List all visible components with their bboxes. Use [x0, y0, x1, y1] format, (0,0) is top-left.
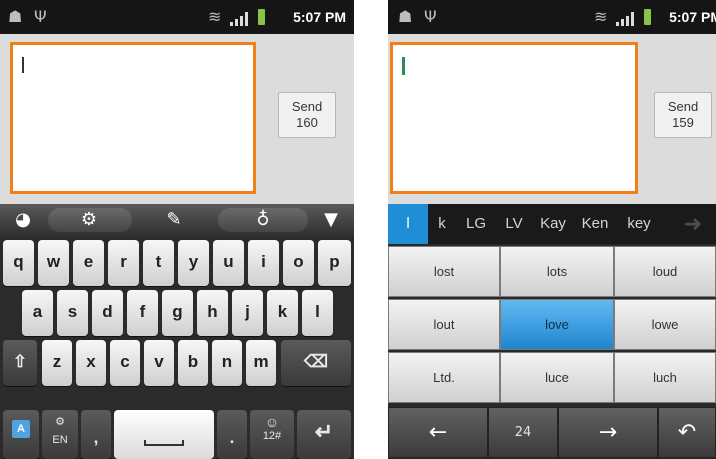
wifi-icon: ≋: [208, 7, 222, 26]
key-v[interactable]: v: [144, 340, 174, 386]
key-i[interactable]: i: [248, 240, 279, 286]
key-q[interactable]: q: [3, 240, 34, 286]
key-p[interactable]: p: [318, 240, 351, 286]
prediction-cell[interactable]: luce: [500, 352, 614, 403]
space-icon: [144, 440, 184, 446]
signal-icon: [616, 10, 638, 26]
prediction-cell[interactable]: lowe: [614, 299, 716, 350]
key-g[interactable]: g: [162, 290, 193, 336]
android-icon: ☗: [398, 7, 413, 26]
key-e[interactable]: e: [73, 240, 104, 286]
left-phone-screen: ☗ Ψ ≋ 5:07 PM Send 160 ◕ ⚙ ✎ ♁ ▼ q w e r…: [0, 0, 354, 459]
smiley-icon: ☺: [264, 414, 280, 430]
language-label: EN: [52, 434, 68, 446]
space-key[interactable]: [114, 410, 214, 459]
key-j[interactable]: j: [232, 290, 263, 336]
key-n[interactable]: n: [212, 340, 242, 386]
key-m[interactable]: m: [246, 340, 276, 386]
key-k[interactable]: k: [267, 290, 298, 336]
edit-icon[interactable]: ✎: [154, 207, 194, 233]
status-time: 5:07 PM: [293, 9, 346, 25]
key-w[interactable]: w: [38, 240, 69, 286]
right-phone-screen: ☗ Ψ ≋ 5:07 PM Send 159 l k LG LV Kay Ken…: [388, 0, 716, 459]
usb-icon: Ψ: [424, 7, 437, 26]
cursor-left-button[interactable]: ←: [388, 407, 488, 458]
prediction-cell[interactable]: lost: [388, 246, 500, 297]
symbols-label: 12#: [262, 430, 282, 442]
message-input[interactable]: [390, 42, 638, 194]
comma-key[interactable]: ,: [81, 410, 111, 459]
prediction-grid: lost lots loud lout love lowe Ltd. luce …: [388, 244, 716, 459]
status-bar: ☗ Ψ ≋ 5:07 PM: [0, 0, 354, 34]
page-count-label: 24: [488, 407, 558, 458]
period-key[interactable]: .: [217, 410, 247, 459]
key-h[interactable]: h: [197, 290, 228, 336]
text-cursor: [22, 57, 24, 73]
key-c[interactable]: c: [110, 340, 140, 386]
signal-icon: [230, 10, 252, 26]
key-y[interactable]: y: [178, 240, 209, 286]
mic-icon[interactable]: ♁: [248, 207, 278, 233]
undo-button[interactable]: ↶: [658, 407, 716, 458]
message-input[interactable]: [10, 42, 256, 194]
char-counter: 160: [296, 115, 318, 130]
battery-icon: [258, 9, 265, 25]
backspace-key[interactable]: ⌫: [281, 340, 351, 386]
key-b[interactable]: b: [178, 340, 208, 386]
key-t[interactable]: t: [143, 240, 174, 286]
send-button[interactable]: Send 160: [278, 92, 336, 138]
symbols-key[interactable]: ☺ 12#: [250, 410, 294, 459]
key-o[interactable]: o: [283, 240, 314, 286]
prediction-cell[interactable]: Ltd.: [388, 352, 500, 403]
gear-icon: ⚙: [55, 416, 65, 428]
wifi-icon: ≋: [594, 7, 608, 26]
char-counter: 159: [672, 115, 694, 130]
key-a[interactable]: a: [22, 290, 53, 336]
prediction-cell[interactable]: luch: [614, 352, 716, 403]
cursor-right-button[interactable]: →: [558, 407, 658, 458]
shift-key[interactable]: ⇧: [3, 340, 37, 386]
send-label: Send: [291, 99, 323, 114]
gear-icon[interactable]: ⚙: [72, 207, 106, 233]
keyboard-toolbar: ◕ ⚙ ✎ ♁ ▼: [0, 204, 354, 236]
compose-area: Send 160: [0, 34, 354, 204]
hide-keyboard-icon[interactable]: ▼: [314, 207, 348, 233]
input-mode-icon: A: [12, 420, 30, 438]
battery-icon: [644, 9, 651, 25]
suggestion-item[interactable]: LG: [456, 204, 496, 244]
key-d[interactable]: d: [92, 290, 123, 336]
key-s[interactable]: s: [57, 290, 88, 336]
compose-area: Send 159: [388, 34, 716, 204]
prediction-cell-selected[interactable]: love: [500, 299, 614, 350]
enter-key[interactable]: ↵: [297, 410, 351, 459]
key-u[interactable]: u: [213, 240, 244, 286]
key-r[interactable]: r: [108, 240, 139, 286]
suggestion-bar: l k LG LV Kay Ken key ➜: [388, 204, 716, 244]
send-label: Send: [667, 99, 699, 114]
send-button[interactable]: Send 159: [654, 92, 712, 138]
usb-icon: Ψ: [34, 7, 47, 26]
suggestion-item[interactable]: Ken: [574, 204, 616, 244]
suggestion-item[interactable]: l: [388, 204, 428, 244]
key-l[interactable]: l: [302, 290, 333, 336]
key-x[interactable]: x: [76, 340, 106, 386]
suggestion-item[interactable]: k: [428, 204, 456, 244]
suggestion-item[interactable]: key: [616, 204, 662, 244]
prediction-cell[interactable]: lout: [388, 299, 500, 350]
key-f[interactable]: f: [127, 290, 158, 336]
input-mode-key[interactable]: A: [3, 410, 39, 459]
scroll-right-arrow-icon[interactable]: ➜: [670, 204, 716, 244]
status-bar: ☗ Ψ ≋ 5:07 PM: [388, 0, 716, 34]
keyboard: ◕ ⚙ ✎ ♁ ▼ q w e r t y u i o p a s d f g: [0, 204, 354, 459]
key-z[interactable]: z: [42, 340, 72, 386]
text-cursor: [402, 57, 405, 75]
emoji-handle-icon[interactable]: ◕: [6, 207, 40, 233]
language-key[interactable]: ⚙ EN: [42, 410, 78, 459]
android-icon: ☗: [8, 7, 23, 26]
suggestion-item[interactable]: LV: [496, 204, 532, 244]
status-time: 5:07 PM: [669, 9, 716, 25]
suggestion-item[interactable]: Kay: [532, 204, 574, 244]
prediction-cell[interactable]: lots: [500, 246, 614, 297]
prediction-cell[interactable]: loud: [614, 246, 716, 297]
